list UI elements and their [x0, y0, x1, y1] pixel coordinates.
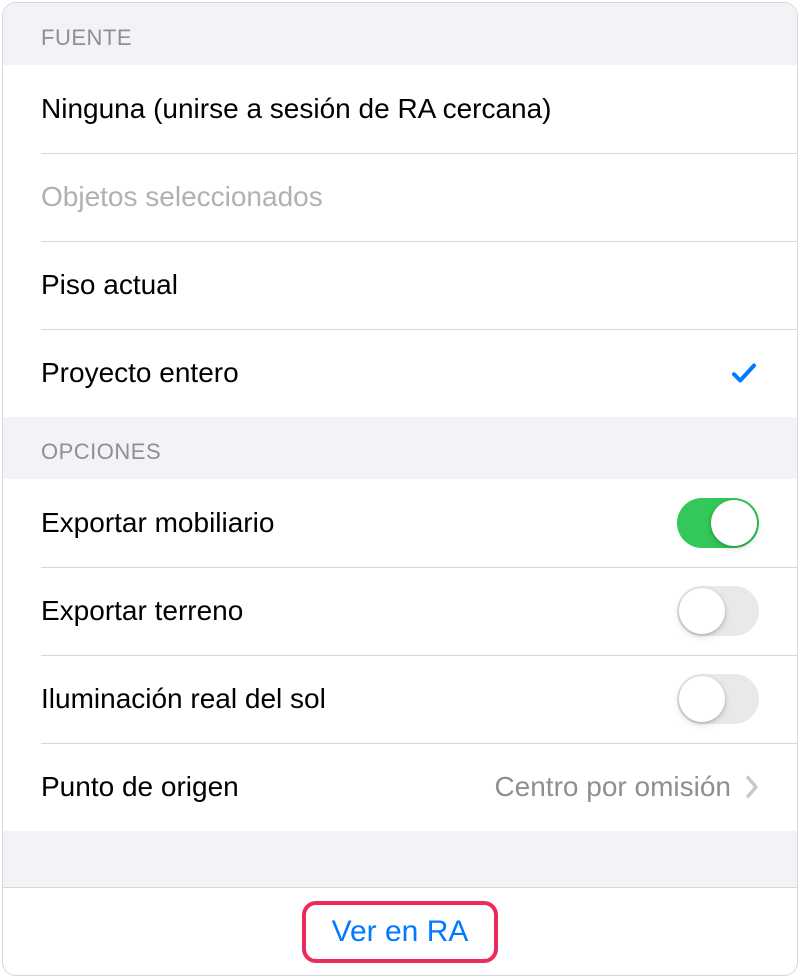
row-label: Piso actual	[41, 269, 178, 301]
footer-row: Ver en RA	[3, 887, 797, 975]
row-label: Iluminación real del sol	[41, 683, 326, 715]
source-section-header: FUENTE	[3, 3, 797, 65]
origin-point-value: Centro por omisión	[494, 771, 731, 803]
row-label: Punto de origen	[41, 771, 239, 803]
real-sun-lighting-toggle[interactable]	[677, 674, 759, 724]
settings-panel: FUENTE Ninguna (unirse a sesión de RA ce…	[2, 2, 798, 976]
view-in-ar-button[interactable]: Ver en RA	[302, 901, 499, 963]
checkmark-icon	[729, 358, 759, 388]
footer-spacer	[3, 831, 797, 887]
option-real-sun-lighting: Iluminación real del sol	[3, 655, 797, 743]
row-label: Objetos seleccionados	[41, 181, 323, 213]
source-option-selected-objects: Objetos seleccionados	[3, 153, 797, 241]
row-label: Proyecto entero	[41, 357, 239, 389]
source-option-none[interactable]: Ninguna (unirse a sesión de RA cercana)	[3, 65, 797, 153]
option-origin-point[interactable]: Punto de origen Centro por omisión	[3, 743, 797, 831]
option-export-furniture: Exportar mobiliario	[3, 479, 797, 567]
source-group: Ninguna (unirse a sesión de RA cercana) …	[3, 65, 797, 417]
row-label: Exportar terreno	[41, 595, 243, 627]
option-export-terrain: Exportar terreno	[3, 567, 797, 655]
options-group: Exportar mobiliario Exportar terreno Ilu…	[3, 479, 797, 831]
row-label: Exportar mobiliario	[41, 507, 274, 539]
source-option-current-floor[interactable]: Piso actual	[3, 241, 797, 329]
source-option-whole-project[interactable]: Proyecto entero	[3, 329, 797, 417]
export-terrain-toggle[interactable]	[677, 586, 759, 636]
options-section-header: OPCIONES	[3, 417, 797, 479]
chevron-right-icon	[745, 775, 759, 799]
export-furniture-toggle[interactable]	[677, 498, 759, 548]
row-label: Ninguna (unirse a sesión de RA cercana)	[41, 93, 552, 125]
